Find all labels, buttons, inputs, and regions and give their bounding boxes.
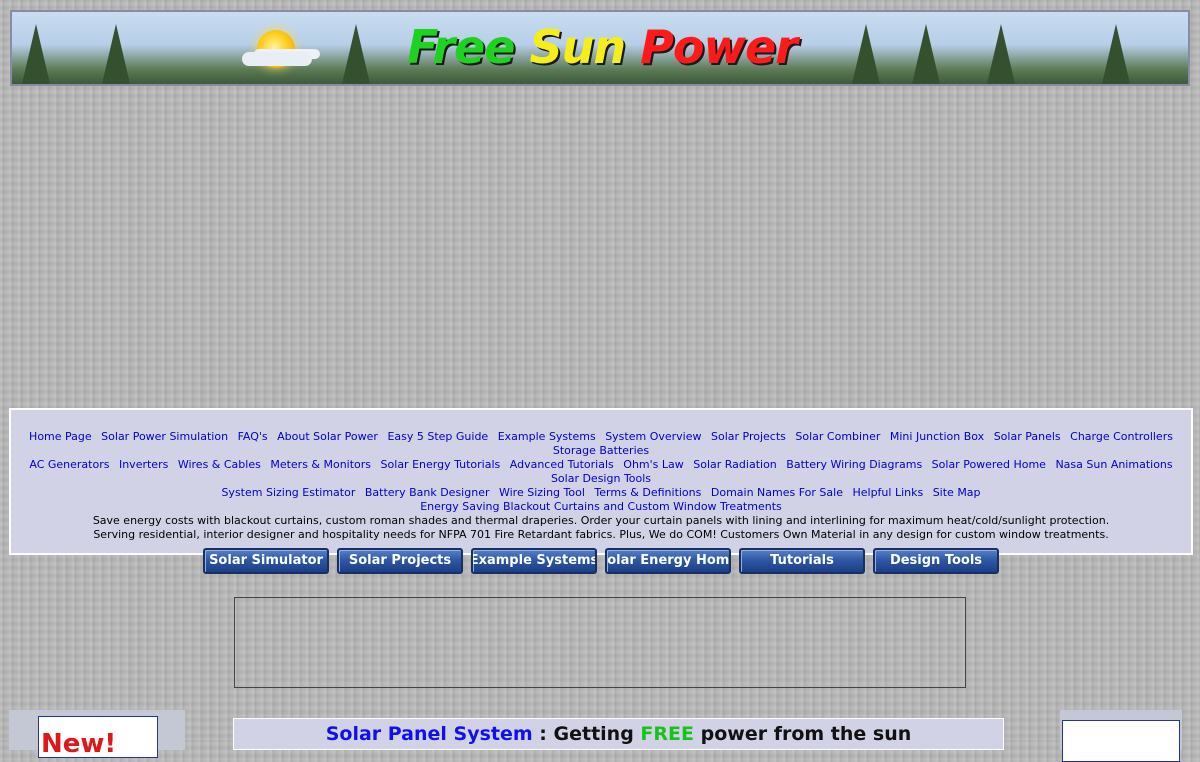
- main-button-row: Solar Simulator Solar Projects Example S…: [11, 548, 1191, 574]
- nav-link-solar-radiation[interactable]: Solar Radiation: [693, 458, 777, 471]
- solar-energy-home-button[interactable]: Solar Energy Home: [605, 548, 731, 574]
- site-title-power: Power: [640, 20, 798, 74]
- nav-link-home-page[interactable]: Home Page: [29, 430, 92, 443]
- nav-link-site-map[interactable]: Site Map: [933, 486, 981, 499]
- banner-tree: [22, 24, 50, 84]
- nav-link-solar-combiner[interactable]: Solar Combiner: [795, 430, 880, 443]
- nav-link-solar-projects[interactable]: Solar Projects: [711, 430, 786, 443]
- nav-link-wires-cables[interactable]: Wires & Cables: [178, 458, 261, 471]
- cloud-icon: [242, 52, 312, 66]
- site-title-free: Free: [407, 20, 515, 74]
- nav-links-row-1: Home Page Solar Power Simulation FAQ's A…: [11, 430, 1191, 458]
- navigation-panel: Home Page Solar Power Simulation FAQ's A…: [9, 408, 1193, 574]
- design-tools-button[interactable]: Design Tools: [873, 548, 999, 574]
- nav-link-solar-panels[interactable]: Solar Panels: [994, 430, 1061, 443]
- promo-section: Energy Saving Blackout Curtains and Cust…: [11, 500, 1191, 514]
- nav-link-ac-generators[interactable]: AC Generators: [29, 458, 109, 471]
- nav-link-battery-bank-designer[interactable]: Battery Bank Designer: [365, 486, 490, 499]
- banner-tree: [852, 24, 880, 84]
- ad-placeholder: [234, 597, 966, 688]
- nav-link-solar-energy-tutorials[interactable]: Solar Energy Tutorials: [381, 458, 501, 471]
- nav-link-inverters[interactable]: Inverters: [119, 458, 168, 471]
- banner-tree: [102, 24, 130, 84]
- right-sidebar: [1060, 710, 1182, 762]
- nav-link-wire-sizing-tool[interactable]: Wire Sizing Tool: [499, 486, 585, 499]
- nav-link-domain-names-for-sale[interactable]: Domain Names For Sale: [711, 486, 843, 499]
- nav-link-solar-powered-home[interactable]: Solar Powered Home: [932, 458, 1046, 471]
- tutorials-button[interactable]: Tutorials: [739, 548, 865, 574]
- nav-link-storage-batteries[interactable]: Storage Batteries: [553, 444, 649, 457]
- page-title: Solar Panel System : Getting FREE power …: [233, 718, 1004, 750]
- nav-link-charge-controllers[interactable]: Charge Controllers: [1070, 430, 1173, 443]
- new-badge: New!: [41, 729, 117, 759]
- nav-link-system-overview[interactable]: System Overview: [605, 430, 701, 443]
- left-sidebar: New!: [9, 710, 185, 759]
- nav-link-advanced-tutorials[interactable]: Advanced Tutorials: [510, 458, 614, 471]
- right-sidebar-card: [1062, 720, 1180, 762]
- page-title-text: : Getting: [532, 723, 641, 745]
- page-title-link[interactable]: Solar Panel System: [326, 723, 533, 745]
- example-systems-button[interactable]: Example Systems: [471, 548, 597, 574]
- site-banner: Free Sun Power: [10, 10, 1190, 86]
- nav-link-mini-junction-box[interactable]: Mini Junction Box: [890, 430, 984, 443]
- nav-link-solar-power-simulation[interactable]: Solar Power Simulation: [101, 430, 228, 443]
- promo-text-line-2: Serving residential, interior designer a…: [93, 528, 1109, 541]
- nav-link-helpful-links[interactable]: Helpful Links: [852, 486, 923, 499]
- nav-link-about-solar-power[interactable]: About Solar Power: [277, 430, 378, 443]
- site-title: Free Sun Power: [407, 20, 798, 74]
- banner-tree: [342, 24, 370, 84]
- banner-tree: [912, 24, 940, 84]
- nav-link-example-systems[interactable]: Example Systems: [498, 430, 596, 443]
- nav-link-faqs[interactable]: FAQ's: [238, 430, 268, 443]
- new-badge-card[interactable]: New!: [38, 716, 158, 759]
- nav-links: Home Page Solar Power Simulation FAQ's A…: [11, 410, 1191, 542]
- nav-link-battery-wiring-diagrams[interactable]: Battery Wiring Diagrams: [786, 458, 922, 471]
- nav-link-terms-definitions[interactable]: Terms & Definitions: [594, 486, 701, 499]
- solar-simulator-button[interactable]: Solar Simulator: [203, 548, 329, 574]
- site-title-sun: Sun: [529, 20, 626, 74]
- nav-link-nasa-sun-animations[interactable]: Nasa Sun Animations: [1055, 458, 1172, 471]
- nav-links-row-2: AC Generators Inverters Wires & Cables M…: [11, 458, 1191, 486]
- banner-tree: [987, 24, 1015, 84]
- nav-link-solar-design-tools[interactable]: Solar Design Tools: [551, 472, 651, 485]
- page-title-free: FREE: [640, 723, 694, 745]
- solar-projects-button[interactable]: Solar Projects: [337, 548, 463, 574]
- nav-link-system-sizing-estimator[interactable]: System Sizing Estimator: [221, 486, 355, 499]
- promo-link[interactable]: Energy Saving Blackout Curtains and Cust…: [420, 500, 782, 513]
- banner-tree: [1102, 24, 1130, 84]
- promo-text-line-1: Save energy costs with blackout curtains…: [92, 514, 1110, 527]
- page-title-suffix: power from the sun: [694, 723, 912, 745]
- nav-link-meters-monitors[interactable]: Meters & Monitors: [270, 458, 371, 471]
- nav-links-row-3: System Sizing Estimator Battery Bank Des…: [11, 486, 1191, 500]
- nav-link-easy-5-step-guide[interactable]: Easy 5 Step Guide: [387, 430, 488, 443]
- nav-link-ohms-law[interactable]: Ohm's Law: [623, 458, 683, 471]
